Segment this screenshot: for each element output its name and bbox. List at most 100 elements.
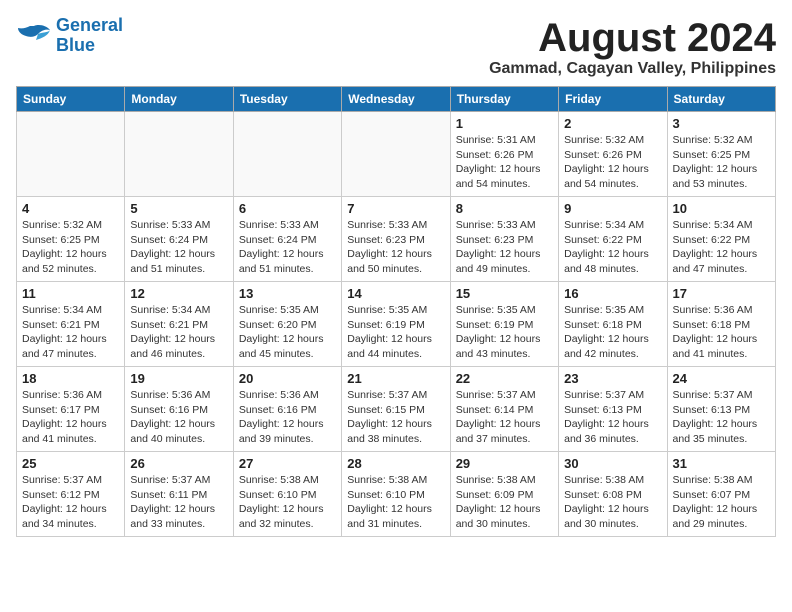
logo-bird-icon: [16, 22, 52, 50]
calendar-cell: 14 Sunrise: 5:35 AM Sunset: 6:19 PM Dayli…: [342, 282, 450, 367]
page-header: General Blue August 2024 Gammad, Cagayan…: [16, 16, 776, 78]
weekday-header-row: SundayMondayTuesdayWednesdayThursdayFrid…: [17, 87, 776, 112]
calendar-table: SundayMondayTuesdayWednesdayThursdayFrid…: [16, 86, 776, 537]
calendar-cell: 23Sunrise: 5:37 AM Sunset: 6:13 PM Dayli…: [559, 367, 667, 452]
day-info: Sunrise: 5:33 AM Sunset: 6:23 PM Dayligh…: [347, 218, 444, 277]
logo-line2: Blue: [56, 35, 95, 55]
day-number: 22: [456, 371, 553, 386]
day-info: Sunrise: 5:38 AM Sunset: 6:09 PM Dayligh…: [456, 473, 553, 532]
day-number: 11: [22, 286, 119, 301]
weekday-header-monday: Monday: [125, 87, 233, 112]
day-info: Sunrise: 5:33 AM Sunset: 6:24 PM Dayligh…: [239, 218, 336, 277]
day-number: 2: [564, 116, 661, 131]
day-info: Sunrise: 5:31 AM Sunset: 6:26 PM Dayligh…: [456, 133, 553, 192]
day-info: Sunrise: 5:33 AM Sunset: 6:23 PM Dayligh…: [456, 218, 553, 277]
calendar-cell: 6 Sunrise: 5:33 AM Sunset: 6:24 PM Daylig…: [233, 197, 341, 282]
week-row-1: 1Sunrise: 5:31 AM Sunset: 6:26 PM Daylig…: [17, 112, 776, 197]
calendar-cell: 20Sunrise: 5:36 AM Sunset: 6:16 PM Dayli…: [233, 367, 341, 452]
week-row-5: 25Sunrise: 5:37 AM Sunset: 6:12 PM Dayli…: [17, 452, 776, 537]
calendar-cell: 7Sunrise: 5:33 AM Sunset: 6:23 PM Daylig…: [342, 197, 450, 282]
calendar-cell: 27 Sunrise: 5:38 AM Sunset: 6:10 PM Dayli…: [233, 452, 341, 537]
weekday-header-saturday: Saturday: [667, 87, 775, 112]
day-number: 18: [22, 371, 119, 386]
calendar-cell: 24 Sunrise: 5:37 AM Sunset: 6:13 PM Dayli…: [667, 367, 775, 452]
day-number: 20: [239, 371, 336, 386]
day-info: Sunrise: 5:35 AM Sunset: 6:18 PM Dayligh…: [564, 303, 661, 362]
calendar-cell: 8 Sunrise: 5:33 AM Sunset: 6:23 PM Daylig…: [450, 197, 558, 282]
day-number: 31: [673, 456, 770, 471]
calendar-cell: 9 Sunrise: 5:34 AM Sunset: 6:22 PM Daylig…: [559, 197, 667, 282]
day-info: Sunrise: 5:37 AM Sunset: 6:15 PM Dayligh…: [347, 388, 444, 447]
day-info: Sunrise: 5:37 AM Sunset: 6:13 PM Dayligh…: [673, 388, 770, 447]
calendar-cell: 4 Sunrise: 5:32 AM Sunset: 6:25 PM Daylig…: [17, 197, 125, 282]
calendar-cell: 17 Sunrise: 5:36 AM Sunset: 6:18 PM Dayli…: [667, 282, 775, 367]
day-number: 15: [456, 286, 553, 301]
day-number: 29: [456, 456, 553, 471]
week-row-4: 18 Sunrise: 5:36 AM Sunset: 6:17 PM Dayli…: [17, 367, 776, 452]
calendar-cell: 3Sunrise: 5:32 AM Sunset: 6:25 PM Daylig…: [667, 112, 775, 197]
weekday-header-sunday: Sunday: [17, 87, 125, 112]
weekday-header-tuesday: Tuesday: [233, 87, 341, 112]
logo: General Blue: [16, 16, 123, 56]
weekday-header-friday: Friday: [559, 87, 667, 112]
day-info: Sunrise: 5:35 AM Sunset: 6:20 PM Dayligh…: [239, 303, 336, 362]
week-row-3: 11 Sunrise: 5:34 AM Sunset: 6:21 PM Dayli…: [17, 282, 776, 367]
day-number: 16: [564, 286, 661, 301]
day-number: 17: [673, 286, 770, 301]
calendar-cell: [233, 112, 341, 197]
day-info: Sunrise: 5:32 AM Sunset: 6:25 PM Dayligh…: [22, 218, 119, 277]
weekday-header-thursday: Thursday: [450, 87, 558, 112]
day-info: Sunrise: 5:36 AM Sunset: 6:18 PM Dayligh…: [673, 303, 770, 362]
calendar-cell: 26Sunrise: 5:37 AM Sunset: 6:11 PM Dayli…: [125, 452, 233, 537]
day-number: 8: [456, 201, 553, 216]
day-info: Sunrise: 5:37 AM Sunset: 6:14 PM Dayligh…: [456, 388, 553, 447]
calendar-cell: 15Sunrise: 5:35 AM Sunset: 6:19 PM Dayli…: [450, 282, 558, 367]
day-number: 27: [239, 456, 336, 471]
day-number: 6: [239, 201, 336, 216]
day-number: 30: [564, 456, 661, 471]
calendar-cell: 22 Sunrise: 5:37 AM Sunset: 6:14 PM Dayli…: [450, 367, 558, 452]
day-info: Sunrise: 5:34 AM Sunset: 6:22 PM Dayligh…: [673, 218, 770, 277]
calendar-cell: 10Sunrise: 5:34 AM Sunset: 6:22 PM Dayli…: [667, 197, 775, 282]
calendar-cell: 29 Sunrise: 5:38 AM Sunset: 6:09 PM Dayli…: [450, 452, 558, 537]
calendar-cell: 28 Sunrise: 5:38 AM Sunset: 6:10 PM Dayli…: [342, 452, 450, 537]
month-title: August 2024: [489, 16, 776, 60]
logo-line1: General: [56, 15, 123, 35]
title-block: August 2024 Gammad, Cagayan Valley, Phil…: [489, 16, 776, 78]
calendar-cell: 18 Sunrise: 5:36 AM Sunset: 6:17 PM Dayli…: [17, 367, 125, 452]
day-info: Sunrise: 5:34 AM Sunset: 6:21 PM Dayligh…: [130, 303, 227, 362]
day-number: 4: [22, 201, 119, 216]
location-subtitle: Gammad, Cagayan Valley, Philippines: [489, 60, 776, 78]
day-info: Sunrise: 5:38 AM Sunset: 6:08 PM Dayligh…: [564, 473, 661, 532]
calendar-cell: 1Sunrise: 5:31 AM Sunset: 6:26 PM Daylig…: [450, 112, 558, 197]
day-info: Sunrise: 5:38 AM Sunset: 6:10 PM Dayligh…: [239, 473, 336, 532]
day-number: 12: [130, 286, 227, 301]
day-info: Sunrise: 5:38 AM Sunset: 6:10 PM Dayligh…: [347, 473, 444, 532]
weekday-header-wednesday: Wednesday: [342, 87, 450, 112]
day-info: Sunrise: 5:35 AM Sunset: 6:19 PM Dayligh…: [347, 303, 444, 362]
calendar-cell: 12 Sunrise: 5:34 AM Sunset: 6:21 PM Dayli…: [125, 282, 233, 367]
calendar-cell: 13 Sunrise: 5:35 AM Sunset: 6:20 PM Dayli…: [233, 282, 341, 367]
calendar-cell: 31Sunrise: 5:38 AM Sunset: 6:07 PM Dayli…: [667, 452, 775, 537]
calendar-cell: 25Sunrise: 5:37 AM Sunset: 6:12 PM Dayli…: [17, 452, 125, 537]
calendar-cell: [125, 112, 233, 197]
day-info: Sunrise: 5:36 AM Sunset: 6:16 PM Dayligh…: [130, 388, 227, 447]
day-info: Sunrise: 5:33 AM Sunset: 6:24 PM Dayligh…: [130, 218, 227, 277]
calendar-cell: 5Sunrise: 5:33 AM Sunset: 6:24 PM Daylig…: [125, 197, 233, 282]
day-number: 28: [347, 456, 444, 471]
calendar-cell: 19Sunrise: 5:36 AM Sunset: 6:16 PM Dayli…: [125, 367, 233, 452]
calendar-cell: 16 Sunrise: 5:35 AM Sunset: 6:18 PM Dayli…: [559, 282, 667, 367]
day-number: 21: [347, 371, 444, 386]
day-number: 14: [347, 286, 444, 301]
day-number: 13: [239, 286, 336, 301]
day-info: Sunrise: 5:32 AM Sunset: 6:26 PM Dayligh…: [564, 133, 661, 192]
day-number: 9: [564, 201, 661, 216]
day-number: 24: [673, 371, 770, 386]
day-info: Sunrise: 5:37 AM Sunset: 6:12 PM Dayligh…: [22, 473, 119, 532]
day-info: Sunrise: 5:37 AM Sunset: 6:11 PM Dayligh…: [130, 473, 227, 532]
day-info: Sunrise: 5:34 AM Sunset: 6:21 PM Dayligh…: [22, 303, 119, 362]
day-number: 23: [564, 371, 661, 386]
day-info: Sunrise: 5:34 AM Sunset: 6:22 PM Dayligh…: [564, 218, 661, 277]
day-info: Sunrise: 5:36 AM Sunset: 6:17 PM Dayligh…: [22, 388, 119, 447]
calendar-cell: 21 Sunrise: 5:37 AM Sunset: 6:15 PM Dayli…: [342, 367, 450, 452]
